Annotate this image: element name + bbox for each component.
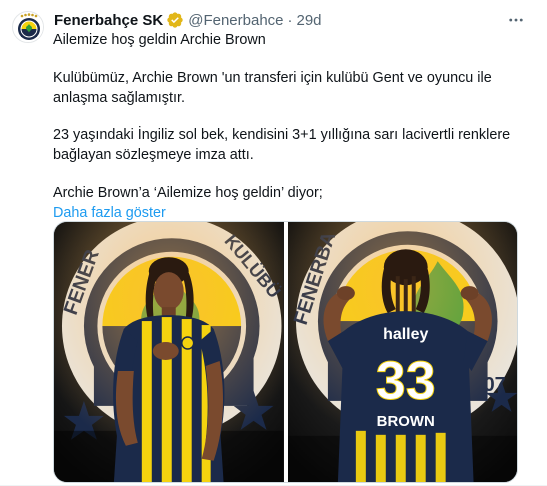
separator-dot: ·: [287, 11, 293, 29]
player-back-image: FENERBA 07: [287, 222, 517, 482]
tweet-paragraph: Ailemize hoş geldin Archie Brown: [53, 32, 266, 48]
tweet[interactable]: Fenerbahçe SK @Fenerbahce · 29d Ailemize…: [0, 0, 547, 486]
shirt-sponsor: halley: [383, 326, 428, 343]
avatar[interactable]: [12, 11, 44, 43]
player-photo-front[interactable]: FENER KULÜBÜ: [54, 222, 284, 482]
tweet-text: Ailemize hoş geldin Archie Brown Kulübüm…: [53, 31, 523, 224]
display-name[interactable]: Fenerbahçe SK: [54, 12, 163, 29]
shirt-number: 33: [375, 351, 435, 411]
fenerbahce-crest-icon: [14, 13, 43, 42]
timestamp[interactable]: 29d: [297, 12, 322, 29]
handle[interactable]: @Fenerbahce: [188, 12, 283, 29]
more-options-button[interactable]: [505, 9, 527, 31]
tweet-paragraph: Kulübümüz, Archie Brown 'un transferi iç…: [53, 69, 492, 106]
player-front-image: FENER KULÜBÜ: [54, 222, 284, 482]
tweet-paragraph: 23 yaşındaki İngiliz sol bek, kendisini …: [53, 127, 511, 164]
tweet-header: Fenerbahçe SK @Fenerbahce · 29d: [54, 10, 322, 30]
shirt-name: BROWN: [376, 413, 434, 430]
more-horizontal-icon: [509, 18, 523, 22]
media-grid: FENER KULÜBÜ: [53, 221, 518, 483]
player-photo-back[interactable]: FENERBA 07: [287, 222, 517, 482]
tweet-paragraph: Archie Brown’a ‘Ailemize hoş geldin’ diy…: [53, 184, 323, 201]
verified-badge-icon: [166, 11, 184, 29]
